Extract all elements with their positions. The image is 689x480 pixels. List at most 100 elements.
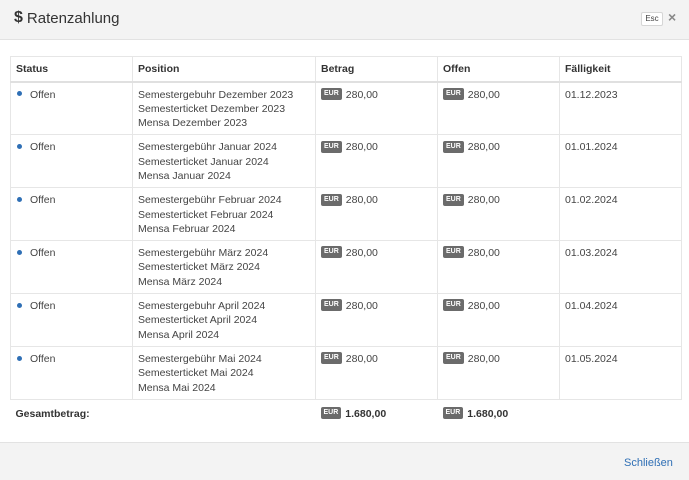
status-dot-icon bbox=[17, 144, 22, 150]
position-cell: Semestergebuhr April 2024 Semesterticket … bbox=[132, 293, 316, 347]
status-cell: Offen bbox=[10, 240, 133, 295]
status-text: Offen bbox=[30, 88, 56, 101]
currency-badge: EUR bbox=[321, 299, 342, 312]
open-value: 280,00 bbox=[467, 194, 500, 207]
status-text: Offen bbox=[30, 194, 56, 207]
due-date-cell: 01.03.2024 bbox=[559, 240, 682, 295]
table-row: Offen Semestergebühr Mai 2024 Semestertic… bbox=[10, 345, 682, 400]
status-dot-icon bbox=[17, 249, 22, 255]
currency-badge: EUR bbox=[443, 246, 464, 259]
total-row: Gesamtbetrag: EUR 1.680,00 EUR 1.680,00 bbox=[11, 399, 682, 427]
position-line: Semestergebühr Mai 2024 bbox=[138, 352, 262, 365]
status-text: Offen bbox=[30, 352, 56, 365]
status-dot-icon bbox=[17, 302, 22, 308]
status-cell: Offen bbox=[10, 345, 133, 400]
installments-table: Status Position Betrag Offen Fälligkeit … bbox=[10, 56, 682, 427]
status-dot-icon bbox=[17, 91, 22, 97]
position-line: Semestergebuhr April 2024 bbox=[138, 300, 266, 313]
position-line: Mensa Dezember 2023 bbox=[138, 117, 248, 130]
open-value: 280,00 bbox=[467, 300, 500, 313]
close-button[interactable]: Schließen bbox=[624, 457, 673, 469]
open-value: 280,00 bbox=[467, 247, 500, 260]
open-cell: EUR 280,00 bbox=[437, 80, 560, 136]
currency-badge: EUR bbox=[443, 193, 464, 206]
amount-value: 280,00 bbox=[345, 352, 378, 365]
table-row: Offen Semestergebuhr Dezember 2023 Semest… bbox=[10, 80, 682, 136]
amount-cell: EUR 280,00 bbox=[315, 293, 438, 347]
status-cell: Offen bbox=[10, 187, 133, 242]
position-line: Semestergebuhr Dezember 2023 bbox=[138, 88, 294, 101]
due-date-cell: 01.02.2024 bbox=[559, 187, 682, 242]
table-row: Offen Semestergebühr März 2024 Semesterti… bbox=[10, 240, 682, 295]
total-open-value: 1.680,00 bbox=[467, 407, 509, 420]
status-dot-icon bbox=[17, 197, 22, 202]
amount-cell: EUR 280,00 bbox=[315, 134, 438, 189]
amount-value: 280,00 bbox=[345, 194, 378, 207]
currency-badge: EUR bbox=[442, 407, 464, 420]
status-text: Offen bbox=[30, 300, 56, 313]
esc-key-hint[interactable]: Esc bbox=[641, 12, 663, 26]
amount-cell: EUR 280,00 bbox=[315, 80, 438, 136]
status-cell: Offen bbox=[10, 293, 133, 347]
open-value: 280,00 bbox=[467, 141, 500, 154]
position-line: Mensa Januar 2024 bbox=[138, 169, 231, 182]
table-header-row: Status Position Betrag Offen Fälligkeit bbox=[10, 56, 682, 83]
close-icon[interactable]: × bbox=[668, 9, 676, 25]
amount-value: 280,00 bbox=[345, 247, 378, 260]
total-label: Gesamtbetrag: bbox=[15, 407, 90, 420]
due-date-cell: 01.12.2023 bbox=[559, 80, 682, 136]
position-cell: Semestergebühr Mai 2024 Semesterticket Ma… bbox=[132, 345, 316, 400]
status-cell: Offen bbox=[10, 134, 133, 189]
due-date-cell: 01.04.2024 bbox=[559, 293, 682, 347]
currency-badge: EUR bbox=[443, 87, 464, 100]
status-dot-icon bbox=[17, 355, 22, 361]
position-line: Semesterticket März 2024 bbox=[138, 261, 260, 274]
position-line: Mensa März 2024 bbox=[138, 275, 223, 288]
open-cell: EUR 280,00 bbox=[437, 293, 560, 347]
position-line: Semesterticket Dezember 2023 bbox=[138, 102, 286, 115]
dialog-title: $ Ratenzahlung bbox=[14, 9, 119, 27]
currency-badge: EUR bbox=[443, 299, 464, 312]
currency-badge: EUR bbox=[321, 246, 342, 259]
amount-cell: EUR 280,00 bbox=[315, 240, 438, 295]
table-row: Offen Semestergebühr Januar 2024 Semester… bbox=[10, 134, 682, 189]
currency-badge: EUR bbox=[320, 407, 342, 420]
currency-badge: EUR bbox=[443, 140, 464, 153]
position-cell: Semestergebuhr Dezember 2023 Semestertick… bbox=[132, 80, 316, 136]
currency-badge: EUR bbox=[321, 352, 342, 365]
status-cell: Offen bbox=[10, 80, 133, 136]
open-cell: EUR 280,00 bbox=[437, 345, 560, 400]
dialog-title-text: Ratenzahlung bbox=[26, 9, 120, 27]
position-line: Semestergebühr Februar 2024 bbox=[138, 194, 282, 207]
status-text: Offen bbox=[30, 247, 56, 260]
currency-badge: EUR bbox=[443, 352, 464, 365]
position-line: Semesterticket April 2024 bbox=[138, 314, 258, 327]
position-line: Semesterticket Mai 2024 bbox=[138, 367, 254, 380]
currency-badge: EUR bbox=[321, 140, 342, 153]
amount-value: 280,00 bbox=[345, 141, 378, 154]
total-empty-cell bbox=[560, 399, 682, 427]
open-cell: EUR 280,00 bbox=[437, 187, 560, 242]
amount-value: 280,00 bbox=[345, 88, 378, 101]
total-amount-value: 1.680,00 bbox=[345, 407, 387, 420]
due-date-cell: 01.01.2024 bbox=[559, 134, 682, 189]
due-date-cell: 01.05.2024 bbox=[559, 345, 682, 400]
position-cell: Semestergebühr März 2024 Semesterticket M… bbox=[132, 240, 316, 295]
dialog-header: $ Ratenzahlung Esc × bbox=[0, 0, 689, 40]
table-row: Offen Semestergebuhr April 2024 Semestert… bbox=[10, 293, 682, 347]
total-open-cell: EUR 1.680,00 bbox=[438, 399, 560, 427]
currency-badge: EUR bbox=[321, 193, 342, 206]
currency-badge: EUR bbox=[321, 87, 342, 100]
position-line: Semestergebühr Januar 2024 bbox=[138, 141, 277, 154]
position-cell: Semestergebühr Februar 2024 Semesterticke… bbox=[132, 187, 316, 242]
position-line: Semesterticket Januar 2024 bbox=[138, 155, 269, 168]
position-line: Mensa April 2024 bbox=[138, 328, 220, 341]
amount-value: 280,00 bbox=[345, 300, 378, 313]
position-line: Semestergebühr März 2024 bbox=[138, 247, 269, 260]
open-value: 280,00 bbox=[467, 352, 500, 365]
table-row: Offen Semestergebühr Februar 2024 Semeste… bbox=[10, 187, 682, 242]
position-cell: Semestergebühr Januar 2024 Semesterticket… bbox=[132, 134, 316, 189]
column-header-due-date: Fälligkeit bbox=[559, 56, 682, 83]
dollar-icon: $ bbox=[14, 9, 23, 26]
column-header-status: Status bbox=[10, 56, 133, 83]
